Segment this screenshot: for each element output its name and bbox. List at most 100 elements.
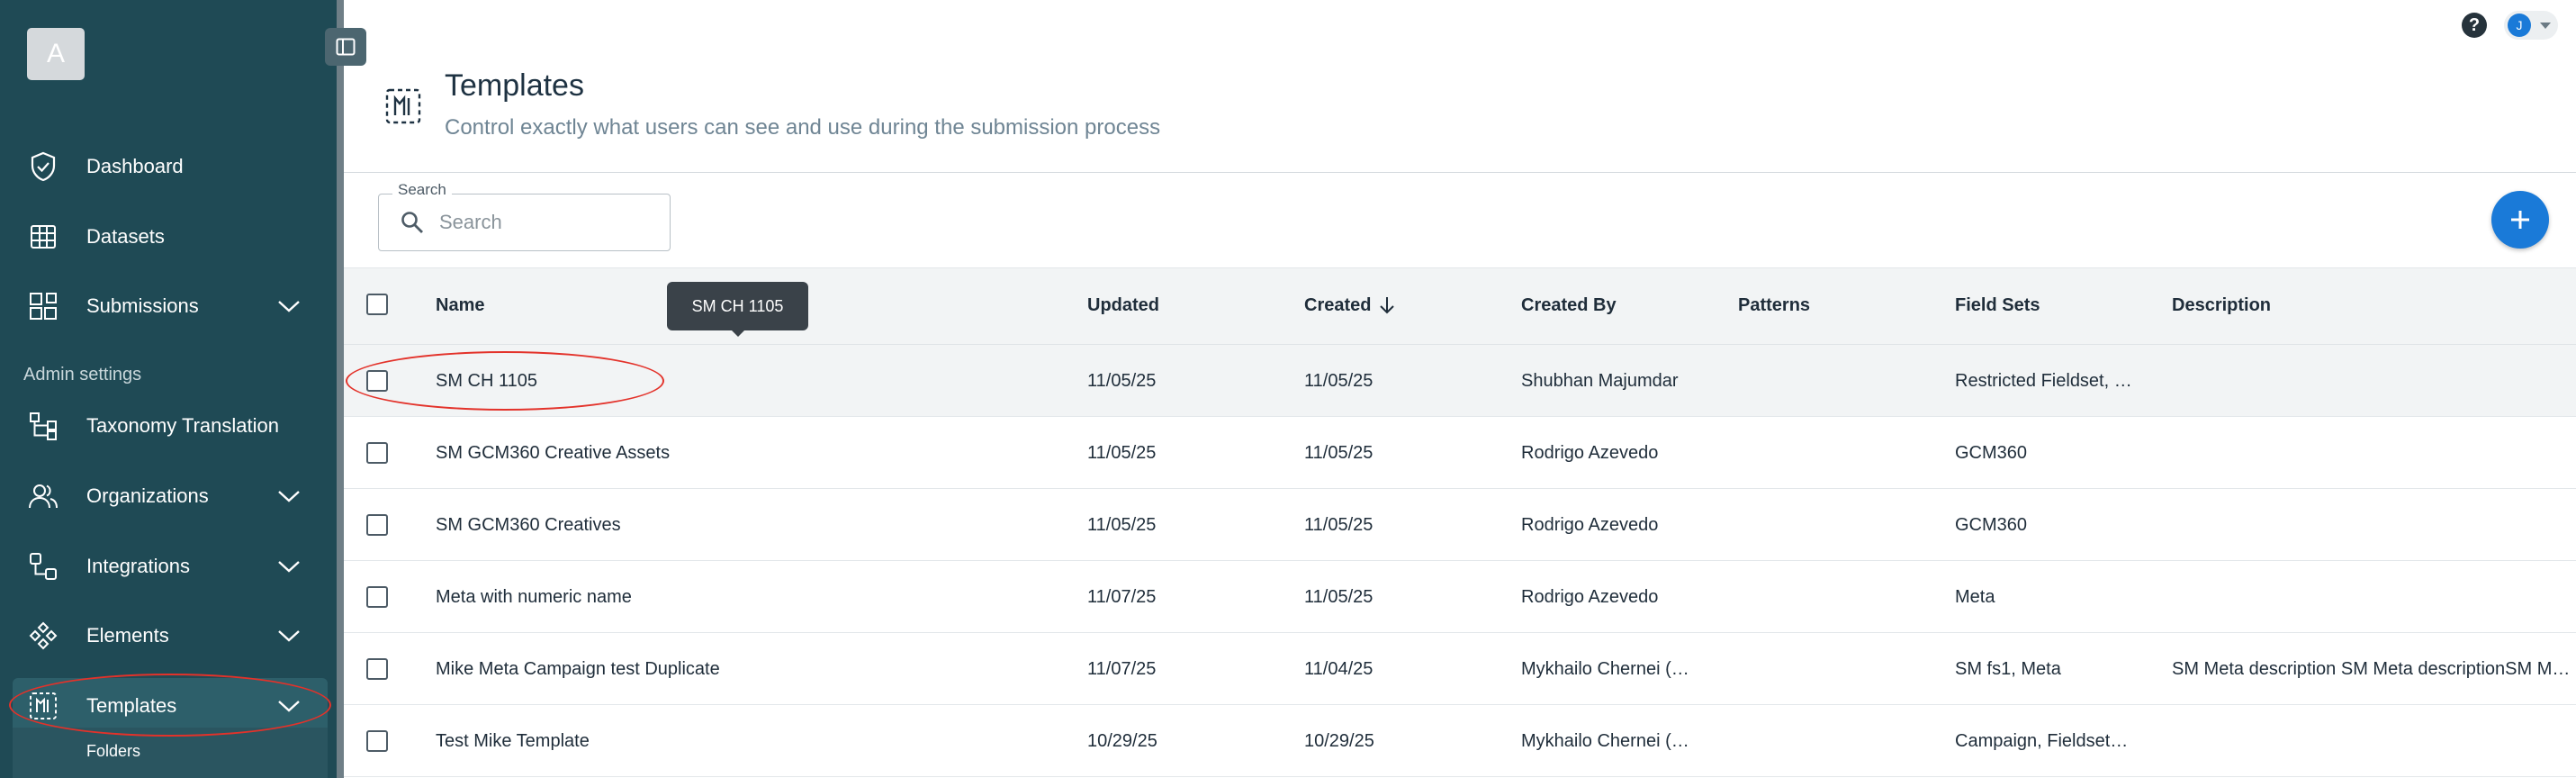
- cell-updated: 11/07/25: [1087, 659, 1157, 679]
- org-avatar-letter: A: [46, 39, 65, 68]
- cell-created: 10/29/25: [1304, 731, 1374, 751]
- shield-check-icon: [27, 150, 59, 183]
- cell-field-sets: GCM360: [1955, 515, 2028, 535]
- row-checkbox[interactable]: [366, 514, 388, 536]
- cell-field-sets: Restricted Fieldset, …: [1955, 371, 2132, 391]
- column-header-name[interactable]: Name: [436, 295, 484, 316]
- sidebar-collapse-button[interactable]: [325, 28, 366, 66]
- column-header-description[interactable]: Description: [2172, 295, 2271, 316]
- sidebar-scroll-edge: [337, 0, 344, 778]
- cell-field-sets: SM fs1, Meta: [1955, 659, 2061, 679]
- sidebar-toggle-icon: [336, 38, 356, 56]
- nav-datasets-label: Datasets: [86, 225, 165, 248]
- cell-name: SM CH 1105: [436, 371, 538, 391]
- add-template-button[interactable]: [2491, 191, 2549, 249]
- nav-taxonomy-translation-label: Taxonomy Translation: [86, 414, 279, 437]
- cell-created-by: Mykhailo Chernei (…: [1521, 731, 1689, 751]
- nav-elements-label: Elements: [86, 624, 169, 647]
- templates-icon: [385, 88, 421, 124]
- chevron-down-icon: [278, 301, 300, 312]
- caret-down-icon: [2540, 23, 2551, 29]
- nav-dashboard-label: Dashboard: [86, 155, 184, 177]
- plus-icon: [2511, 211, 2529, 229]
- row-checkbox[interactable]: [366, 586, 388, 608]
- cell-updated: 11/05/25: [1087, 371, 1157, 391]
- cell-updated: 11/05/25: [1087, 515, 1157, 535]
- templates-submenu: [13, 728, 328, 778]
- cell-created: 11/05/25: [1304, 443, 1374, 463]
- cell-created: 11/04/25: [1304, 659, 1374, 679]
- table-row[interactable]: SM GCM360 Creative Assets 11/05/25 11/05…: [344, 417, 2576, 489]
- cell-name: Mike Meta Campaign test Duplicate: [436, 659, 720, 679]
- nav-organizations[interactable]: Organizations: [13, 468, 328, 524]
- cell-created-by: Rodrigo Azevedo: [1521, 515, 1659, 535]
- cell-updated: 10/29/25: [1087, 731, 1157, 751]
- cell-field-sets: Meta: [1955, 587, 1995, 607]
- chevron-down-icon: [278, 701, 300, 712]
- cell-updated: 11/05/25: [1087, 443, 1157, 463]
- cell-field-sets: GCM360: [1955, 443, 2028, 463]
- row-checkbox[interactable]: [366, 442, 388, 464]
- submissions-blocks-icon: [27, 290, 59, 322]
- nav-submissions[interactable]: Submissions: [13, 278, 328, 334]
- cell-created-by: Rodrigo Azevedo: [1521, 443, 1659, 463]
- integrations-icon: [27, 550, 59, 583]
- row-checkbox[interactable]: [366, 730, 388, 752]
- page-title: Templates: [445, 68, 584, 103]
- nav-templates[interactable]: Templates: [13, 678, 328, 734]
- nav-templates-label: Templates: [86, 694, 177, 717]
- nav-integrations[interactable]: Integrations: [13, 538, 328, 594]
- cell-created-by: Rodrigo Azevedo: [1521, 587, 1659, 607]
- admin-settings-label: Admin settings: [23, 365, 142, 384]
- search-icon: [401, 212, 423, 233]
- user-avatar: J: [2508, 14, 2531, 37]
- column-header-created-by[interactable]: Created By: [1521, 295, 1617, 316]
- select-all-checkbox[interactable]: [366, 294, 388, 315]
- org-avatar[interactable]: A: [27, 28, 85, 80]
- nav-dashboard[interactable]: Dashboard: [13, 139, 328, 194]
- chevron-down-icon: [278, 561, 300, 573]
- people-icon: [27, 480, 59, 512]
- cell-created: 11/05/25: [1304, 515, 1374, 535]
- name-tooltip: SM CH 1105: [667, 282, 808, 337]
- nav-datasets[interactable]: Datasets: [13, 209, 328, 265]
- nav-integrations-label: Integrations: [86, 555, 190, 577]
- column-header-created[interactable]: Created: [1304, 295, 1371, 316]
- row-checkbox[interactable]: [366, 370, 388, 392]
- table-row[interactable]: Mike Meta Campaign test Duplicate 11/07/…: [344, 633, 2576, 705]
- nav-taxonomy-translation[interactable]: Taxonomy Translation: [13, 398, 328, 454]
- arrow-down-icon[interactable]: [1379, 295, 1395, 315]
- table-row[interactable]: Test Mike Template 10/29/25 10/29/25 Myk…: [344, 705, 2576, 777]
- search-label: Search: [392, 181, 452, 199]
- templates-icon: [27, 690, 59, 722]
- taxonomy-tree-icon: [27, 410, 59, 442]
- cell-name: SM GCM360 Creatives: [436, 515, 621, 535]
- table-row[interactable]: Meta with numeric name 11/07/25 11/05/25…: [344, 561, 2576, 633]
- help-icon[interactable]: ?: [2462, 13, 2487, 38]
- chevron-down-icon: [278, 491, 300, 502]
- nav-submissions-label: Submissions: [86, 294, 199, 317]
- table-row[interactable]: SM CH 1105 11/05/25 11/05/25 Shubhan Maj…: [344, 345, 2576, 417]
- user-menu[interactable]: J: [2504, 11, 2558, 40]
- nav-organizations-label: Organizations: [86, 484, 209, 507]
- header-divider: [344, 172, 2576, 173]
- column-header-patterns[interactable]: Patterns: [1738, 295, 1810, 316]
- page-subtitle: Control exactly what users can see and u…: [445, 115, 1161, 140]
- cell-created: 11/05/25: [1304, 587, 1374, 607]
- nav-elements[interactable]: Elements: [13, 608, 328, 664]
- cell-name: Test Mike Template: [436, 731, 590, 751]
- cell-created-by: Shubhan Majumdar: [1521, 371, 1679, 391]
- table-row[interactable]: SM GCM360 Creatives 11/05/25 11/05/25 Ro…: [344, 489, 2576, 561]
- column-header-updated[interactable]: Updated: [1087, 295, 1159, 316]
- cell-field-sets: Campaign, Fieldset…: [1955, 731, 2129, 751]
- cell-updated: 11/07/25: [1087, 587, 1157, 607]
- cell-name: SM GCM360 Creative Assets: [436, 443, 671, 463]
- column-header-field-sets[interactable]: Field Sets: [1955, 295, 2040, 316]
- search-input[interactable]: [439, 204, 655, 240]
- cell-description: SM Meta description SM Meta descriptionS…: [2172, 659, 2571, 679]
- row-checkbox[interactable]: [366, 658, 388, 680]
- nav-folders[interactable]: Folders: [86, 742, 140, 761]
- cell-created-by: Mykhailo Chernei (…: [1521, 659, 1689, 679]
- table-grid-icon: [27, 221, 59, 253]
- cell-name: Meta with numeric name: [436, 587, 632, 607]
